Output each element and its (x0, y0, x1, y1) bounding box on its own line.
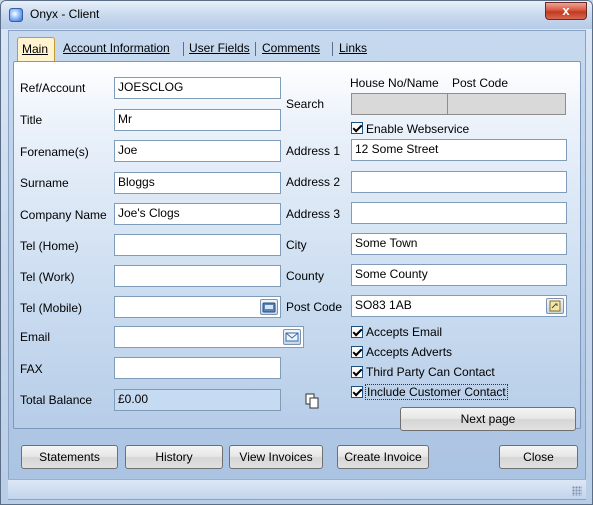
status-bar (8, 479, 586, 499)
statements-button[interactable]: Statements (21, 445, 118, 469)
fax-field[interactable] (114, 357, 281, 379)
search-postcode-field[interactable] (447, 93, 566, 115)
accepts-adverts-checkbox[interactable] (351, 346, 363, 358)
tel-work-label: Tel (Work) (20, 270, 75, 284)
tab-links[interactable]: Links (335, 39, 371, 59)
third-party-contact-label: Third Party Can Contact (366, 365, 495, 379)
surname-field[interactable]: Bloggs (114, 172, 281, 194)
enable-webservice-checkbox[interactable] (351, 122, 363, 134)
forename-label: Forename(s) (20, 145, 89, 159)
city-label: City (286, 238, 307, 252)
tab-main[interactable]: Main (17, 37, 55, 61)
tab-account-information[interactable]: Account Information (59, 39, 174, 59)
search-label: Search (286, 97, 325, 111)
create-invoice-button[interactable]: Create Invoice (337, 445, 429, 469)
tab-separator (332, 42, 333, 56)
tel-work-field[interactable] (114, 265, 281, 287)
tel-mobile-field[interactable] (114, 296, 281, 318)
ref-account-field[interactable]: JOESCLOG (114, 77, 281, 99)
title-bar[interactable]: Onyx - Client x (1, 1, 592, 29)
search-house-field[interactable] (351, 93, 448, 115)
forename-field[interactable]: Joe (114, 140, 281, 162)
tel-home-label: Tel (Home) (20, 239, 79, 253)
county-field[interactable]: Some County (351, 264, 567, 286)
county-label: County (286, 269, 325, 283)
tab-separator (183, 42, 184, 56)
main-panel: Ref/Account JOESCLOG Title Mr Forename(s… (13, 61, 581, 431)
accepts-email-checkbox[interactable] (351, 326, 363, 338)
enable-webservice-label: Enable Webservice (366, 122, 470, 136)
phone-button[interactable] (260, 299, 278, 315)
include-customer-contact-checkbox[interactable] (351, 386, 363, 398)
title-field[interactable]: Mr (114, 109, 281, 131)
company-name-field[interactable]: Joe's Clogs (114, 203, 281, 225)
surname-label: Surname (20, 176, 69, 190)
address-1-field[interactable]: 12 Some Street (351, 139, 567, 161)
close-icon: x (562, 3, 570, 18)
phone-icon (262, 302, 276, 313)
app-icon (9, 8, 23, 22)
email-field[interactable] (114, 326, 304, 348)
lookup-icon (549, 300, 561, 312)
window-title: Onyx - Client (30, 7, 100, 21)
tab-comments[interactable]: Comments (258, 39, 324, 59)
address-3-label: Address 3 (286, 207, 341, 221)
tel-home-field[interactable] (114, 234, 281, 256)
address-2-label: Address 2 (286, 175, 341, 189)
envelope-icon (285, 332, 299, 342)
resize-grip-icon[interactable] (572, 486, 582, 496)
total-balance-field: £0.00 (114, 389, 281, 411)
post-code-value: SO83 1AB (355, 298, 412, 312)
address-1-label: Address 1 (286, 144, 341, 158)
next-page-button[interactable]: Next page (400, 407, 576, 431)
company-name-label: Company Name (20, 208, 107, 222)
fax-label: FAX (20, 362, 43, 376)
include-customer-contact-label: Include Customer Contact (365, 384, 508, 400)
view-invoices-button[interactable]: View Invoices (229, 445, 323, 469)
accepts-email-label: Accepts Email (366, 325, 443, 339)
post-code-header: Post Code (452, 76, 509, 90)
tab-user-fields[interactable]: User Fields (185, 39, 254, 59)
client-window: Onyx - Client x Main Account Information… (0, 0, 593, 505)
post-code-field[interactable]: SO83 1AB (351, 295, 567, 317)
copy-icon[interactable] (304, 393, 320, 409)
title-label: Title (20, 113, 43, 127)
client-area: Main Account Information User Fields Com… (8, 30, 586, 500)
total-balance-label: Total Balance (20, 393, 93, 407)
tab-separator (255, 42, 256, 56)
post-code-label: Post Code (286, 300, 343, 314)
address-2-field[interactable] (351, 171, 567, 193)
accepts-adverts-label: Accepts Adverts (366, 345, 453, 359)
tel-mobile-label: Tel (Mobile) (20, 301, 83, 315)
ref-account-label: Ref/Account (20, 81, 86, 95)
window-close-button[interactable]: x (545, 2, 587, 20)
postcode-lookup-button[interactable] (546, 298, 564, 314)
close-button[interactable]: Close (499, 445, 578, 469)
address-3-field[interactable] (351, 202, 567, 224)
house-no-name-header: House No/Name (350, 76, 439, 90)
third-party-contact-checkbox[interactable] (351, 366, 363, 378)
city-field[interactable]: Some Town (351, 233, 567, 255)
history-button[interactable]: History (125, 445, 223, 469)
send-email-button[interactable] (283, 329, 301, 345)
email-label: Email (20, 330, 51, 344)
